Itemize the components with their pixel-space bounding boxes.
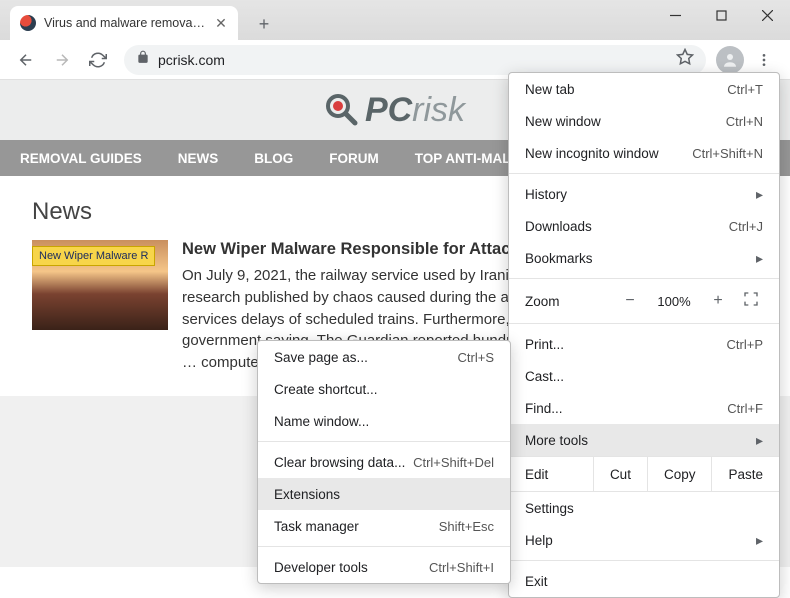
chevron-right-icon: ▸: [756, 432, 763, 449]
zoom-in-button[interactable]: +: [707, 292, 729, 310]
submenu-name-window[interactable]: Name window...: [258, 405, 510, 437]
chevron-right-icon: ▸: [756, 250, 763, 267]
submenu-task-manager[interactable]: Task managerShift+Esc: [258, 510, 510, 542]
nav-news[interactable]: NEWS: [178, 151, 219, 166]
forward-button[interactable]: [46, 44, 78, 76]
zoom-out-button[interactable]: −: [619, 292, 641, 310]
submenu-clear-data[interactable]: Clear browsing data...Ctrl+Shift+Del: [258, 446, 510, 478]
menu-more-tools[interactable]: More tools▸: [509, 424, 779, 456]
submenu-extensions[interactable]: Extensions: [258, 478, 510, 510]
reload-button[interactable]: [82, 44, 114, 76]
close-tab-icon[interactable]: ✕: [214, 16, 228, 30]
menu-downloads[interactable]: DownloadsCtrl+J: [509, 210, 779, 242]
fullscreen-icon[interactable]: [743, 291, 763, 311]
profile-button[interactable]: [716, 46, 744, 74]
chevron-right-icon: ▸: [756, 532, 763, 549]
chevron-right-icon: ▸: [756, 186, 763, 203]
submenu-dev-tools[interactable]: Developer toolsCtrl+Shift+I: [258, 551, 510, 583]
menu-settings[interactable]: Settings: [509, 492, 779, 524]
menu-button[interactable]: [748, 44, 780, 76]
chrome-main-menu: New tabCtrl+T New windowCtrl+N New incog…: [508, 72, 780, 598]
menu-new-incognito[interactable]: New incognito windowCtrl+Shift+N: [509, 137, 779, 169]
submenu-save-page[interactable]: Save page as...Ctrl+S: [258, 341, 510, 373]
browser-tab[interactable]: Virus and malware removal instru ✕: [10, 6, 238, 40]
url-text: pcrisk.com: [158, 52, 668, 68]
address-bar[interactable]: pcrisk.com: [124, 45, 706, 75]
menu-edit-row: Edit Cut Copy Paste: [509, 456, 779, 492]
submenu-create-shortcut[interactable]: Create shortcut...: [258, 373, 510, 405]
menu-print[interactable]: Print...Ctrl+P: [509, 328, 779, 360]
menu-exit[interactable]: Exit: [509, 565, 779, 597]
maximize-button[interactable]: [698, 0, 744, 30]
menu-zoom: Zoom − 100% +: [509, 283, 779, 319]
edit-copy-button[interactable]: Copy: [647, 457, 712, 491]
lock-icon: [136, 50, 150, 69]
nav-forum[interactable]: FORUM: [329, 151, 379, 166]
nav-blog[interactable]: BLOG: [254, 151, 293, 166]
menu-history[interactable]: History▸: [509, 178, 779, 210]
favicon: [20, 15, 36, 31]
titlebar: Virus and malware removal instru ✕ +: [0, 0, 790, 40]
more-tools-submenu: Save page as...Ctrl+S Create shortcut...…: [257, 340, 511, 584]
logo-icon: [325, 93, 359, 127]
logo-text: PCrisk: [365, 91, 465, 130]
tab-title: Virus and malware removal instru: [44, 16, 206, 30]
back-button[interactable]: [10, 44, 42, 76]
menu-bookmarks[interactable]: Bookmarks▸: [509, 242, 779, 274]
edit-cut-button[interactable]: Cut: [593, 457, 647, 491]
nav-removal-guides[interactable]: REMOVAL GUIDES: [20, 151, 142, 166]
menu-new-window[interactable]: New windowCtrl+N: [509, 105, 779, 137]
close-window-button[interactable]: [744, 0, 790, 30]
menu-new-tab[interactable]: New tabCtrl+T: [509, 73, 779, 105]
article-thumbnail[interactable]: New Wiper Malware R: [32, 240, 168, 374]
menu-cast[interactable]: Cast...: [509, 360, 779, 392]
menu-help[interactable]: Help▸: [509, 524, 779, 556]
minimize-button[interactable]: [652, 0, 698, 30]
edit-paste-button[interactable]: Paste: [711, 457, 779, 491]
zoom-value: 100%: [655, 294, 693, 309]
menu-find[interactable]: Find...Ctrl+F: [509, 392, 779, 424]
bookmark-star-icon[interactable]: [676, 48, 694, 71]
thumbnail-label: New Wiper Malware R: [32, 246, 155, 266]
new-tab-button[interactable]: +: [250, 10, 278, 38]
